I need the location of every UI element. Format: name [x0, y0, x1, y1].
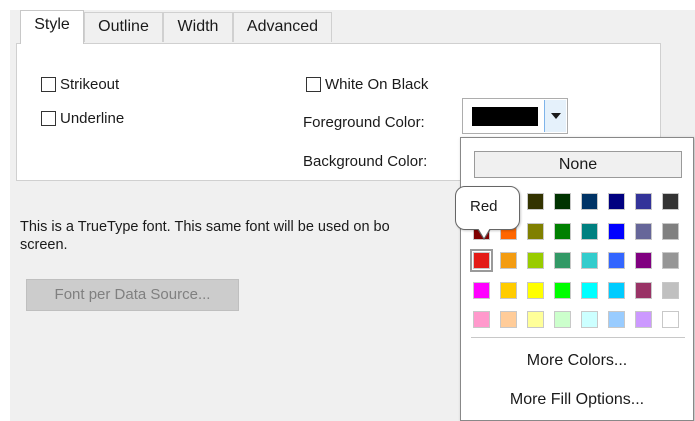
- color-swatch[interactable]: [527, 311, 544, 328]
- background-color-label: Background Color:: [303, 153, 428, 170]
- font-per-data-source-button[interactable]: Font per Data Source...: [26, 279, 239, 311]
- color-swatch[interactable]: [554, 222, 571, 240]
- color-swatch[interactable]: [554, 311, 571, 328]
- color-swatch[interactable]: [662, 311, 679, 328]
- color-swatch[interactable]: [581, 281, 598, 299]
- foreground-color-dropdown[interactable]: [462, 98, 568, 134]
- color-swatch[interactable]: [554, 193, 571, 210]
- color-swatch[interactable]: [662, 252, 679, 269]
- underline-label: Underline: [60, 110, 125, 127]
- color-swatch[interactable]: [554, 281, 571, 299]
- color-swatch[interactable]: [581, 252, 598, 269]
- color-swatch[interactable]: [581, 193, 598, 210]
- strikeout-checkbox[interactable]: [41, 77, 56, 92]
- color-swatch[interactable]: [527, 252, 544, 269]
- color-swatch[interactable]: [527, 281, 544, 299]
- color-swatch[interactable]: [527, 222, 544, 240]
- white-on-black-checkbox[interactable]: [306, 77, 321, 92]
- menu-separator: [471, 337, 685, 338]
- color-swatch[interactable]: [608, 281, 625, 299]
- color-swatch[interactable]: [662, 193, 679, 210]
- tab-style[interactable]: Style: [20, 10, 84, 44]
- color-swatch[interactable]: [500, 281, 517, 299]
- color-swatch[interactable]: [635, 311, 652, 328]
- underline-checkbox[interactable]: [41, 111, 56, 126]
- color-swatch[interactable]: [581, 222, 598, 240]
- foreground-color-label: Foreground Color:: [303, 114, 425, 131]
- color-swatch[interactable]: [662, 222, 679, 240]
- color-tooltip: Red: [455, 186, 520, 230]
- color-swatch[interactable]: [608, 222, 625, 240]
- color-swatch[interactable]: [662, 281, 679, 299]
- strikeout-label: Strikeout: [60, 76, 120, 93]
- color-picker-popup: None More Colors... More Fill Options...: [460, 137, 694, 421]
- color-swatch[interactable]: [554, 252, 571, 269]
- foreground-color-dropdown-button[interactable]: [544, 100, 566, 132]
- white-on-black-checkbox-row[interactable]: White On Black: [306, 76, 428, 93]
- color-swatch[interactable]: [635, 252, 652, 269]
- color-tooltip-text: Red: [470, 198, 498, 215]
- color-swatch[interactable]: [635, 281, 652, 299]
- color-swatch[interactable]: [635, 222, 652, 240]
- tab-style-label: Style: [34, 16, 70, 33]
- tab-advanced-label: Advanced: [246, 18, 319, 35]
- color-swatch[interactable]: [635, 193, 652, 210]
- color-swatch[interactable]: [473, 281, 490, 299]
- strikeout-checkbox-row[interactable]: Strikeout: [41, 76, 119, 93]
- none-color-button[interactable]: None: [474, 151, 682, 178]
- foreground-color-swatch: [472, 107, 538, 126]
- color-swatch[interactable]: [608, 193, 625, 210]
- color-swatch[interactable]: [470, 249, 493, 272]
- underline-checkbox-row[interactable]: Underline: [41, 110, 124, 127]
- color-swatch[interactable]: [473, 311, 490, 328]
- tooltip-tail-fill: [478, 228, 490, 238]
- tab-width-label: Width: [177, 18, 219, 35]
- color-swatch[interactable]: [500, 311, 517, 328]
- more-colors-menu-item[interactable]: More Colors...: [461, 352, 693, 370]
- tab-advanced[interactable]: Advanced: [233, 12, 332, 42]
- color-swatch[interactable]: [581, 311, 598, 328]
- tab-outline-label: Outline: [98, 18, 149, 35]
- tab-width[interactable]: Width: [163, 12, 233, 42]
- color-swatch[interactable]: [527, 193, 544, 210]
- color-swatch[interactable]: [500, 252, 517, 269]
- font-info-line-1: This is a TrueType font. This same font …: [20, 219, 390, 235]
- tab-outline[interactable]: Outline: [84, 12, 163, 42]
- white-on-black-label: White On Black: [325, 76, 429, 93]
- color-swatch[interactable]: [608, 311, 625, 328]
- more-fill-options-menu-item[interactable]: More Fill Options...: [461, 391, 693, 409]
- font-info-text: This is a TrueType font. This same font …: [20, 218, 390, 254]
- color-swatch[interactable]: [608, 252, 625, 269]
- chevron-down-icon: [551, 113, 561, 119]
- font-info-line-2: screen.: [20, 237, 68, 253]
